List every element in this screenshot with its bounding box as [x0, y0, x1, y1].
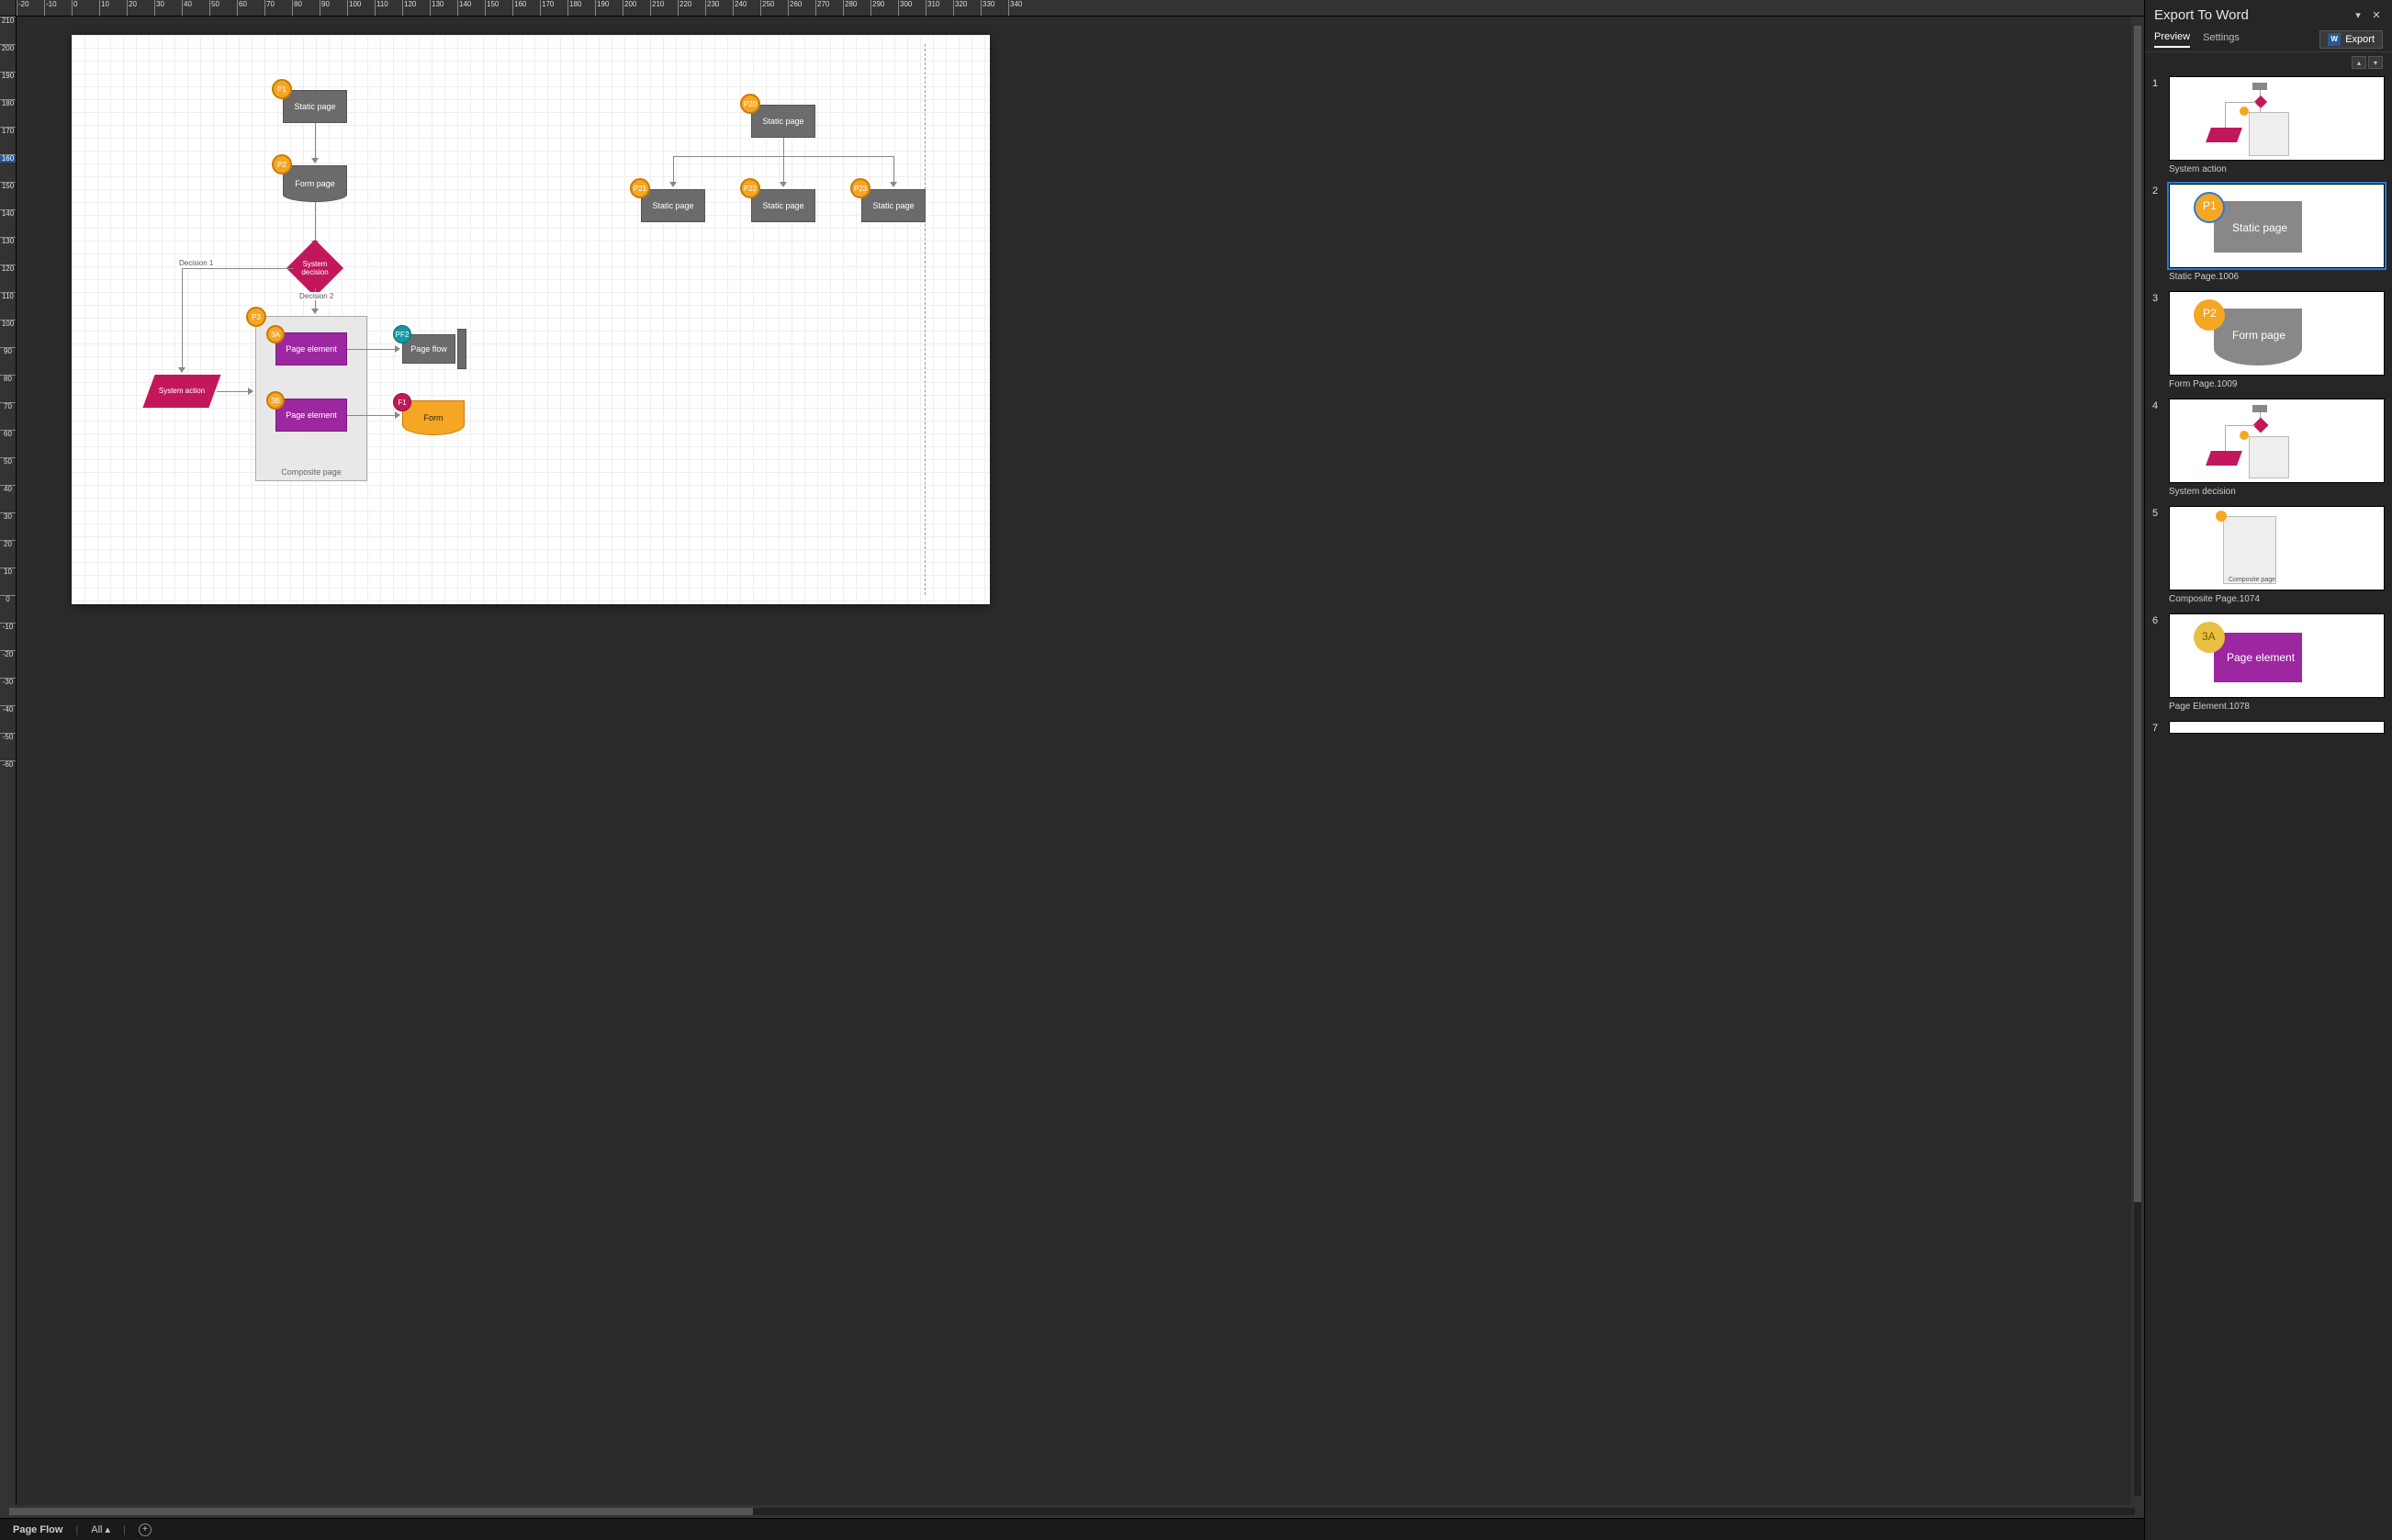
filter-label[interactable]: All ▴ [91, 1523, 110, 1535]
badge-3a[interactable]: 3A [266, 325, 285, 343]
preview-item[interactable]: 7 [2152, 721, 2385, 734]
nav-down-button[interactable]: ▾ [2368, 56, 2383, 69]
badge-p23[interactable]: P23 [850, 178, 870, 198]
preview-caption: Composite Page.1074 [2169, 594, 2385, 604]
arrow-icon [890, 182, 897, 187]
preview-thumbnail[interactable]: 3A Page element [2169, 613, 2385, 698]
canvas-viewport[interactable]: Static page P1 Form page P2 System decis… [17, 17, 2131, 1505]
export-panel: Export To Word ▾ ✕ Preview Settings W Ex… [2144, 0, 2392, 1540]
label-decision-1: Decision 1 [177, 259, 215, 267]
preview-thumbnail[interactable] [2169, 399, 2385, 483]
shape-system-action[interactable]: System action [142, 375, 220, 408]
shape-static-page-c3[interactable]: Static page [861, 189, 926, 222]
panel-close-button[interactable]: ✕ [2370, 9, 2383, 21]
preview-thumbnail[interactable]: Composite page [2169, 506, 2385, 590]
arrow-icon [395, 411, 400, 419]
badge-p21[interactable]: P21 [630, 178, 650, 198]
arrow-icon [248, 388, 253, 395]
preview-thumbnail[interactable] [2169, 721, 2385, 734]
connector [673, 156, 674, 184]
ruler-corner [0, 0, 17, 17]
preview-item[interactable]: 6 3A Page element Page Element.1078 [2152, 613, 2385, 712]
arrow-icon [178, 367, 185, 373]
export-button[interactable]: W Export [2319, 30, 2383, 49]
shape-static-page-1[interactable]: Static page [283, 90, 347, 123]
preview-item[interactable]: 1 System action [2152, 76, 2385, 174]
preview-thumbnail[interactable]: P1 Static page [2169, 184, 2385, 268]
drawing-page[interactable]: Static page P1 Form page P2 System decis… [72, 35, 990, 604]
canvas-area: -20-100102030405060708090100110120130140… [0, 0, 2144, 1540]
badge-p3[interactable]: P3 [246, 307, 266, 327]
shape-page-element-b[interactable]: Page element [275, 399, 347, 432]
add-page-button[interactable]: + [139, 1523, 152, 1536]
ruler-horizontal[interactable]: -20-100102030405060708090100110120130140… [17, 0, 2131, 17]
tab-preview[interactable]: Preview [2154, 31, 2190, 48]
connector [893, 156, 894, 184]
preview-caption: System decision [2169, 487, 2385, 497]
panel-title: Export To Word [2154, 7, 2346, 23]
arrow-icon [780, 182, 787, 187]
arrow-icon [311, 158, 319, 163]
badge-3b[interactable]: 3B [266, 391, 285, 410]
arrow-icon [395, 345, 400, 353]
connector [217, 391, 250, 392]
preview-caption: System action [2169, 164, 2385, 174]
shape-form-page[interactable]: Form page [283, 165, 347, 202]
connector [315, 123, 316, 160]
connector [315, 202, 316, 242]
preview-item[interactable]: 3 P2 Form page Form Page.1009 [2152, 291, 2385, 389]
ruler-vertical[interactable]: 2102001901801701601501401301201101009080… [0, 17, 17, 1505]
word-icon: W [2328, 33, 2341, 46]
shape-page-flow-stack [457, 329, 466, 369]
preview-item[interactable]: 2 P1 Static page Static Page.1006 [2152, 184, 2385, 282]
shape-page-element-a[interactable]: Page element [275, 332, 347, 365]
label-decision-2: Decision 2 [298, 292, 335, 300]
preview-thumbnail[interactable]: P2 Form page [2169, 291, 2385, 376]
page-margin-guide [925, 44, 926, 595]
shape-static-page-c1[interactable]: Static page [641, 189, 705, 222]
shape-form[interactable]: Form [402, 400, 465, 435]
preview-caption: Page Element.1078 [2169, 702, 2385, 712]
nav-up-button[interactable]: ▴ [2352, 56, 2366, 69]
badge-p20[interactable]: P20 [740, 94, 760, 114]
badge-p2[interactable]: P2 [272, 154, 292, 174]
badge-p22[interactable]: P22 [740, 178, 760, 198]
shape-static-page-top[interactable]: Static page [751, 105, 815, 138]
preview-item[interactable]: 4 System decision [2152, 399, 2385, 497]
preview-caption: Form Page.1009 [2169, 379, 2385, 389]
connector [783, 156, 784, 184]
connector [182, 268, 183, 369]
panel-menu-button[interactable]: ▾ [2352, 9, 2364, 21]
connector [182, 268, 294, 269]
preview-item[interactable]: 5 Composite page Composite Page.1074 [2152, 506, 2385, 604]
connector [783, 138, 784, 156]
horizontal-scrollbar[interactable] [0, 1505, 2144, 1518]
connector [347, 415, 397, 416]
status-bar: Page Flow | All ▴ | + [0, 1518, 2144, 1540]
connector [347, 349, 397, 350]
preview-caption: Static Page.1006 [2169, 272, 2385, 282]
badge-p1[interactable]: P1 [272, 79, 292, 99]
preview-list[interactable]: 1 System action [2145, 73, 2392, 1540]
badge-pf2[interactable]: PF2 [393, 325, 411, 343]
badge-f1[interactable]: F1 [393, 393, 411, 411]
preview-thumbnail[interactable] [2169, 76, 2385, 161]
arrow-icon [311, 309, 319, 314]
page-tab-name[interactable]: Page Flow [13, 1524, 62, 1535]
tab-settings[interactable]: Settings [2203, 32, 2240, 47]
arrow-icon [669, 182, 677, 187]
vertical-scrollbar[interactable] [2131, 17, 2144, 1505]
shape-static-page-c2[interactable]: Static page [751, 189, 815, 222]
